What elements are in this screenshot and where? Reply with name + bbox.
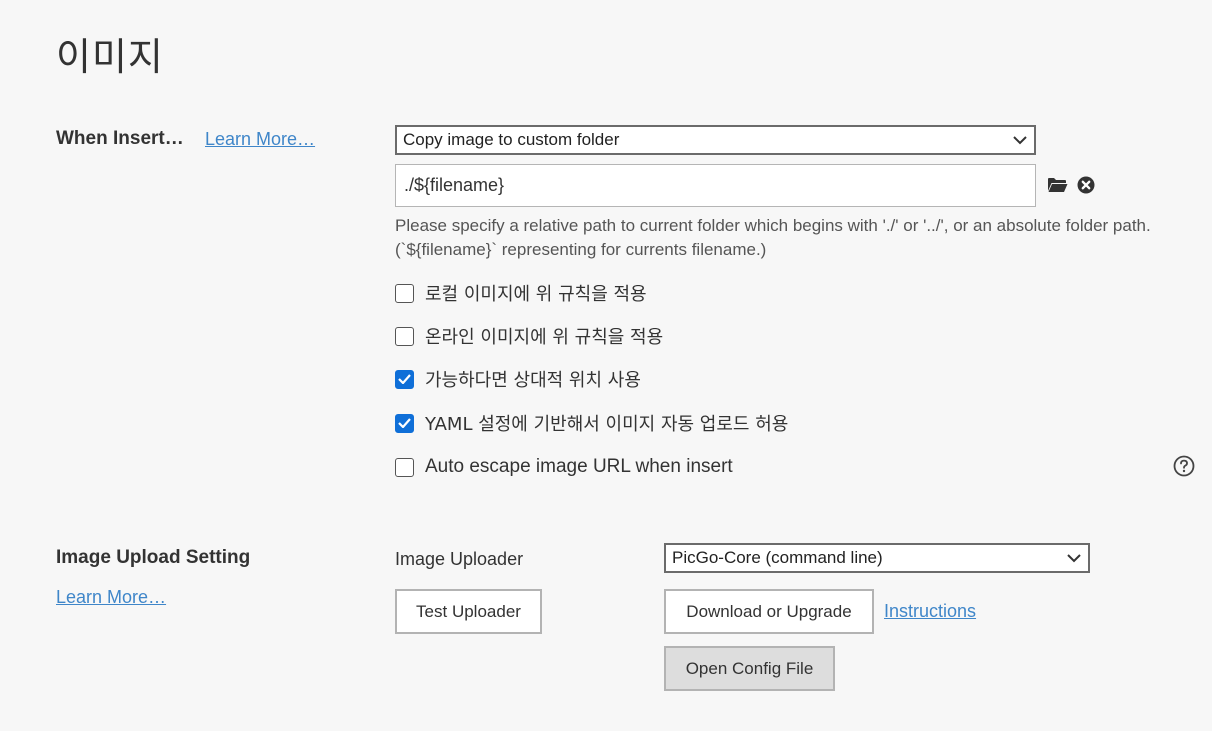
checkmark-icon: [398, 374, 411, 384]
option-label: Auto escape image URL when insert: [425, 456, 733, 477]
option-label: 가능하다면 상대적 위치 사용: [425, 370, 641, 391]
clear-path-icon[interactable]: [1076, 175, 1096, 195]
insert-action-select[interactable]: Copy image to custom folder: [395, 125, 1036, 155]
custom-folder-path-input[interactable]: ./${filename}: [395, 164, 1036, 207]
download-upgrade-button[interactable]: Download or Upgrade: [664, 589, 874, 634]
option-relative-path[interactable]: 가능하다면 상대적 위치 사용: [395, 366, 641, 392]
checkbox[interactable]: [395, 369, 414, 389]
upload-learn-more-link[interactable]: Learn More…: [56, 587, 166, 608]
when-insert-learn-more-link[interactable]: Learn More…: [205, 129, 315, 150]
checkbox[interactable]: [395, 326, 414, 346]
option-label: 온라인 이미지에 위 규칙을 적용: [425, 327, 664, 348]
option-label: 로컬 이미지에 위 규칙을 적용: [425, 284, 647, 305]
page-title: 이미지: [56, 35, 164, 79]
test-uploader-button[interactable]: Test Uploader: [395, 589, 542, 634]
folder-icon[interactable]: [1046, 175, 1068, 195]
instructions-link[interactable]: Instructions: [884, 601, 976, 622]
upload-setting-label: Image Upload Setting: [56, 547, 251, 568]
custom-folder-path-value: ./${filename}: [404, 175, 505, 195]
option-yaml-auto-upload[interactable]: YAML 설정에 기반해서 이미지 자동 업로드 허용: [395, 410, 788, 436]
chevron-down-icon: [1012, 132, 1028, 148]
insert-action-select-value: Copy image to custom folder: [403, 130, 620, 149]
chevron-down-icon: [1066, 550, 1082, 566]
checkbox[interactable]: [395, 283, 414, 303]
image-uploader-select[interactable]: PicGo-Core (command line): [664, 543, 1090, 573]
image-settings-page: 이미지 When Insert… Learn More… Copy image …: [0, 0, 1212, 731]
checkbox[interactable]: [395, 457, 414, 477]
image-uploader-select-value: PicGo-Core (command line): [672, 548, 883, 567]
option-apply-online[interactable]: 온라인 이미지에 위 규칙을 적용: [395, 323, 663, 349]
image-uploader-label: Image Uploader: [395, 549, 524, 569]
path-hint-text: Please specify a relative path to curren…: [395, 216, 1151, 259]
option-auto-escape-url[interactable]: Auto escape image URL when insert: [395, 454, 733, 480]
when-insert-label: When Insert…: [56, 128, 184, 149]
checkmark-icon: [398, 418, 411, 428]
checkbox[interactable]: [395, 413, 414, 433]
open-config-file-button[interactable]: Open Config File: [664, 646, 835, 691]
option-label: YAML 설정에 기반해서 이미지 자동 업로드 허용: [425, 414, 789, 435]
help-icon[interactable]: [1173, 455, 1195, 477]
option-apply-local[interactable]: 로컬 이미지에 위 규칙을 적용: [395, 280, 647, 306]
